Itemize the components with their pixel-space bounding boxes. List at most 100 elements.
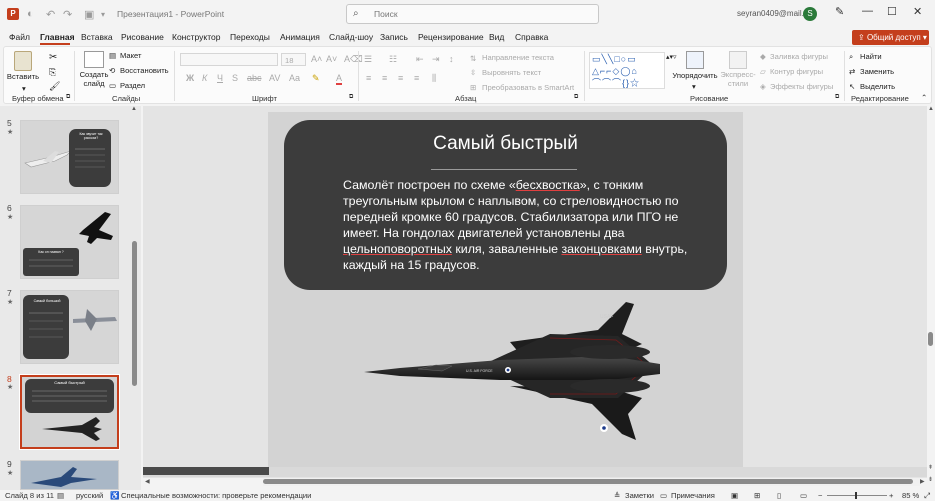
align-center-icon[interactable]: ≡ (382, 73, 387, 83)
arrange-button[interactable]: Упорядочить (670, 71, 720, 80)
align-left-icon[interactable]: ≡ (366, 73, 371, 83)
slide-thumbnail-6[interactable]: Как он назван ? (20, 205, 119, 279)
search-input[interactable]: Поиск (374, 9, 398, 19)
quick-styles-button[interactable]: Экспресс-стили (717, 70, 759, 88)
increase-indent-icon[interactable]: ⇥ (432, 54, 440, 65)
font-launcher-icon[interactable]: ⧉ (349, 94, 353, 101)
collapse-ribbon-icon[interactable]: ⌃ (921, 93, 927, 102)
next-slide-icon[interactable]: ⇟ (928, 476, 933, 483)
gallery-more-icon[interactable]: ▴▾▿ (666, 53, 677, 61)
avatar[interactable]: S (803, 7, 817, 21)
scroll-left-icon[interactable]: ◀ (145, 478, 150, 485)
tab-draw[interactable]: Рисование (121, 32, 164, 42)
accessibility-status[interactable]: Специальные возможности: проверьте реком… (121, 491, 311, 500)
italic-icon[interactable]: К (202, 73, 207, 83)
pen-icon[interactable]: ✎ (835, 5, 844, 18)
new-slide-button[interactable]: Создать слайд (77, 70, 111, 88)
reset-button[interactable]: Восстановить (120, 66, 169, 75)
zoom-in-icon[interactable]: + (889, 491, 893, 500)
tab-view[interactable]: Вид (489, 32, 504, 42)
tab-design[interactable]: Конструктор (172, 32, 220, 42)
justify-icon[interactable]: ≡ (414, 73, 419, 83)
scroll-right-icon[interactable]: ▶ (920, 478, 925, 485)
text-card[interactable]: Самый быстрый Самолёт построен по схеме … (284, 120, 727, 290)
shadow-icon[interactable]: S (232, 73, 238, 83)
zoom-slider-handle[interactable] (855, 492, 857, 499)
language-indicator[interactable]: русский (76, 491, 103, 500)
layout-button[interactable]: Макет (120, 51, 142, 60)
tab-review[interactable]: Рецензирование (418, 32, 484, 42)
grow-font-icon[interactable]: A˄ (311, 54, 322, 64)
section-button[interactable]: Раздел (120, 81, 145, 90)
change-case-icon[interactable]: Aa (289, 73, 300, 83)
canvas-vertical-scrollbar[interactable]: ▲ ⇞ ⇟ (927, 106, 935, 490)
notes-button[interactable]: Заметки (625, 491, 654, 500)
scroll-up-icon[interactable]: ▲ (131, 106, 137, 112)
select-button[interactable]: Выделить (860, 82, 895, 91)
maximize-icon[interactable]: ☐ (887, 5, 897, 18)
thumbnails-scrollbar[interactable]: ▲ (131, 106, 139, 490)
spellcheck-icon[interactable]: ▤ (57, 491, 64, 500)
scroll-up-icon[interactable]: ▲ (928, 106, 934, 112)
tab-record[interactable]: Запись (380, 32, 408, 42)
canvas-bottom-scroll-track[interactable] (263, 478, 920, 486)
slide-thumbnail-7[interactable]: Самый большой (20, 290, 119, 364)
slide-thumbnail-9[interactable] (20, 460, 119, 490)
underline-icon[interactable]: Ч (217, 73, 223, 83)
drawing-launcher-icon[interactable]: ⧉ (835, 94, 839, 101)
char-spacing-icon[interactable]: AV (269, 73, 280, 83)
search-box[interactable]: ⌕ Поиск (346, 4, 599, 24)
clear-format-icon[interactable]: A⌫ (344, 54, 363, 65)
minimize-icon[interactable]: — (862, 5, 873, 17)
font-size-select[interactable]: 18 (281, 53, 306, 66)
shrink-font-icon[interactable]: A˅ (326, 54, 337, 64)
text-direction-button[interactable]: Направление текста (482, 53, 554, 62)
smartart-button[interactable]: Преобразовать в SmartArt (482, 83, 574, 92)
cut-icon[interactable]: ✂ (49, 52, 57, 63)
slide-thumbnail-5[interactable]: Как звучит так рассказ? (20, 120, 119, 194)
align-right-icon[interactable]: ≡ (398, 73, 403, 83)
slide-thumbnail-8-selected[interactable]: Самый быстрый (19, 374, 120, 450)
tab-file[interactable]: Файл (9, 32, 30, 42)
vertical-scroll-thumb[interactable] (928, 332, 933, 346)
shape-fill-button[interactable]: Заливка фигуры (770, 52, 828, 61)
normal-view-icon[interactable]: ▣ (731, 491, 738, 500)
tab-insert[interactable]: Вставка (81, 32, 113, 42)
highlight-icon[interactable]: ✎ (312, 73, 320, 84)
copy-icon[interactable]: ⎘ (49, 67, 56, 78)
find-button[interactable]: Найти (860, 52, 882, 61)
font-family-select[interactable] (180, 53, 278, 66)
canvas-bottom-scroll-thumb[interactable] (263, 479, 913, 484)
bullets-icon[interactable]: ☰ (364, 54, 372, 65)
tab-animations[interactable]: Анимация (280, 32, 320, 42)
arrange-icon[interactable] (686, 51, 704, 69)
replace-button[interactable]: Заменить (860, 67, 894, 76)
share-button[interactable]: ⇪ Общий доступ ▾ (852, 30, 929, 45)
line-spacing-icon[interactable]: ↕ (449, 54, 454, 64)
horizontal-scroll-thumb[interactable] (143, 467, 269, 475)
tab-transitions[interactable]: Переходы (230, 32, 270, 42)
shapes-gallery[interactable]: ▭╲╲□○▭ △⌐⌐◇◯⌂ ⌒⌒⌒{}☆ (589, 52, 665, 89)
format-painter-icon[interactable]: 🖌 (49, 81, 60, 92)
slide-body-text[interactable]: Самолёт построен по схеме «бесхвостка», … (343, 177, 703, 273)
slideshow-icon[interactable]: ▭ (800, 491, 807, 500)
bold-icon[interactable]: Ж (186, 73, 194, 83)
zoom-level[interactable]: 85 % (902, 491, 919, 500)
comments-button[interactable]: Примечания (671, 491, 715, 500)
reading-view-icon[interactable]: ▯ (777, 491, 781, 500)
paragraph-launcher-icon[interactable]: ⧉ (574, 94, 578, 101)
quick-styles-icon[interactable] (729, 51, 747, 69)
numbering-icon[interactable]: ☷ (389, 54, 397, 65)
decrease-indent-icon[interactable]: ⇤ (416, 54, 424, 65)
arrange-dropdown-icon[interactable]: ▾ (692, 82, 696, 91)
columns-icon[interactable]: ⫼ (432, 73, 436, 84)
paste-icon[interactable] (14, 51, 32, 71)
tab-help[interactable]: Справка (515, 32, 548, 42)
paste-dropdown-icon[interactable]: ▾ (22, 84, 26, 93)
zoom-out-icon[interactable]: − (818, 491, 822, 500)
zoom-slider[interactable] (827, 495, 887, 496)
new-slide-icon[interactable] (84, 51, 104, 68)
font-color-icon[interactable]: A (336, 73, 343, 85)
customize-qat-icon[interactable]: ▾ (101, 10, 105, 19)
present-icon[interactable]: ▣ (84, 8, 94, 21)
